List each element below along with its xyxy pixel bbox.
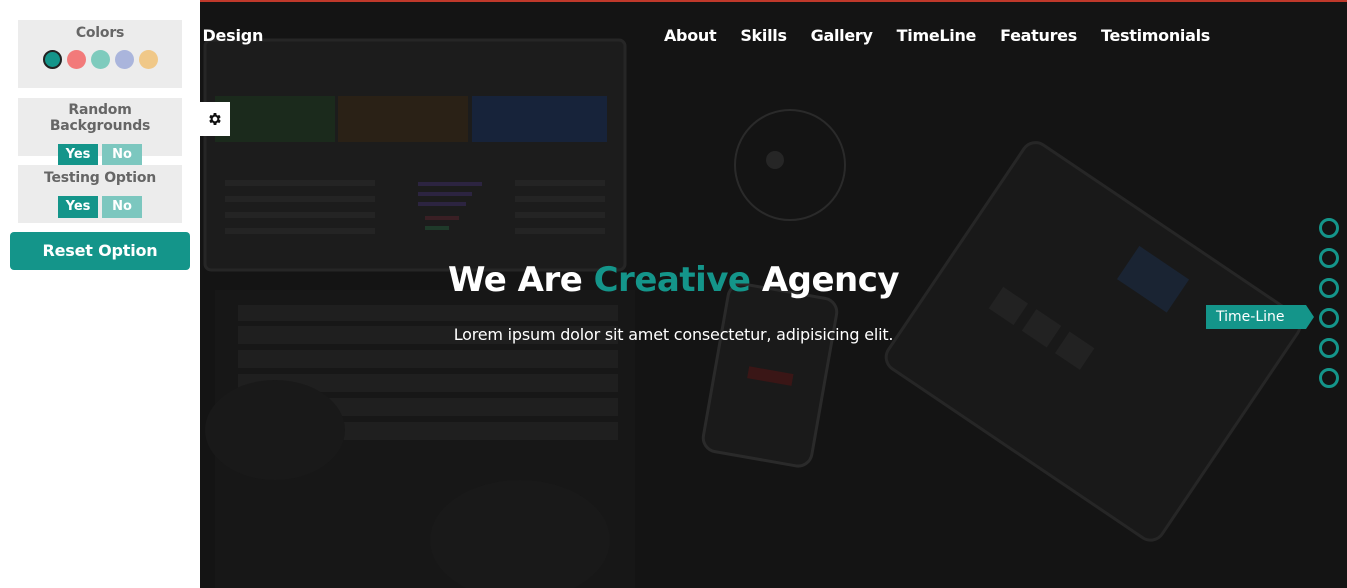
bullet-skills[interactable]: [1319, 248, 1339, 268]
colors-title: Colors: [75, 25, 125, 41]
color-swatch-red[interactable]: [66, 50, 86, 69]
random-backgrounds-option: Random Backgrounds Yes No: [18, 98, 182, 166]
hero-title: We Are Creative Agency: [0, 260, 1347, 300]
color-swatch-sand[interactable]: [138, 50, 158, 69]
testing-option-no-button[interactable]: No: [102, 196, 142, 218]
random-backgrounds-toggle: Yes No: [18, 144, 182, 166]
bullet-about[interactable]: [1319, 218, 1339, 238]
bullet-testimonials[interactable]: [1319, 368, 1339, 388]
bullet-features[interactable]: [1319, 338, 1339, 358]
hero-subtitle: Lorem ipsum dolor sit amet consectetur, …: [453, 325, 894, 344]
testing-option-yes-button[interactable]: Yes: [58, 196, 98, 218]
nav-link-testimonials[interactable]: Testimonials: [1101, 26, 1210, 45]
color-swatch-teal[interactable]: [42, 50, 62, 69]
section-bullets: [1319, 218, 1339, 398]
colors-option: Colors: [18, 20, 182, 88]
color-swatch-mint[interactable]: [90, 50, 110, 69]
color-swatches: [18, 50, 182, 69]
nav-link-skills[interactable]: Skills: [740, 26, 787, 45]
settings-panel: Colors Random Backgrounds Yes No Testing…: [0, 0, 200, 588]
main-nav: About Skills Gallery TimeLine Features T…: [664, 26, 1210, 45]
bullet-gallery[interactable]: [1319, 278, 1339, 298]
gear-icon: [209, 113, 221, 125]
settings-toggle-button[interactable]: [200, 102, 230, 136]
nav-link-gallery[interactable]: Gallery: [811, 26, 873, 45]
nav-link-timeline[interactable]: TimeLine: [897, 26, 977, 45]
hero-section: Spicie Design About Skills Gallery TimeL…: [0, 0, 1347, 588]
testing-option-title: Testing Option: [43, 170, 157, 186]
reset-option-button[interactable]: Reset Option: [10, 232, 190, 270]
hero-title-pre: We Are: [447, 260, 583, 300]
hero-title-post: Agency: [761, 260, 900, 300]
color-swatch-lavender[interactable]: [114, 50, 134, 69]
random-backgrounds-no-button[interactable]: No: [102, 144, 142, 166]
random-backgrounds-yes-button[interactable]: Yes: [58, 144, 98, 166]
nav-link-about[interactable]: About: [664, 26, 717, 45]
bullet-tooltip: Time-Line: [1206, 305, 1314, 329]
hero-title-accent: Creative: [593, 260, 751, 300]
nav-link-features[interactable]: Features: [1000, 26, 1077, 45]
random-backgrounds-title: Random Backgrounds: [49, 102, 151, 134]
testing-option: Testing Option Yes No: [18, 165, 182, 223]
bullet-timeline[interactable]: [1319, 308, 1339, 328]
testing-option-toggle: Yes No: [18, 196, 182, 218]
